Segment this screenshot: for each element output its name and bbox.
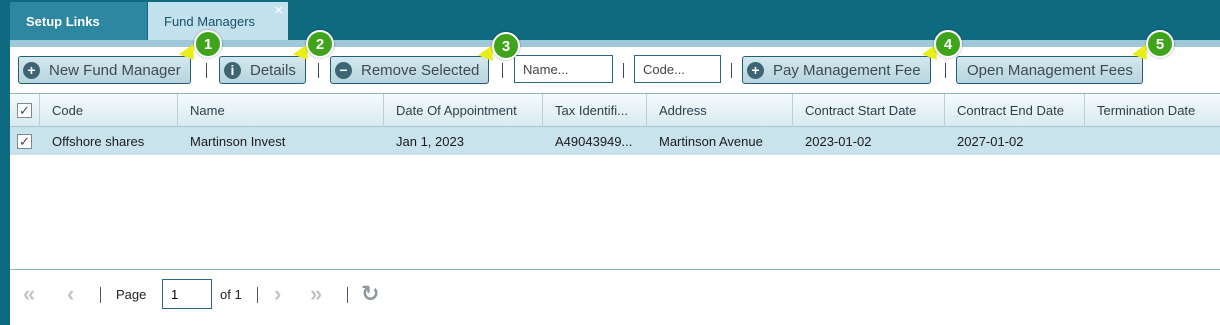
table-row[interactable]: ✓ Offshore shares Martinson Invest Jan 1…: [10, 127, 1220, 155]
column-header-name[interactable]: Name: [178, 94, 384, 127]
cell-name: Martinson Invest: [190, 133, 286, 149]
next-page-icon[interactable]: ›: [274, 280, 281, 308]
plus-circle-icon: +: [747, 61, 764, 79]
column-header-tax-identifier[interactable]: Tax Identifi...: [543, 94, 647, 127]
header-select-all[interactable]: ✓: [10, 94, 40, 127]
column-header-contract-start-date[interactable]: Contract Start Date: [793, 94, 945, 127]
checkbox-icon: ✓: [17, 133, 32, 149]
toolbar-separator: [623, 63, 624, 78]
toolbar-separator: [945, 63, 946, 78]
column-header-date-of-appointment[interactable]: Date Of Appointment: [384, 94, 543, 127]
column-header-contract-end-date[interactable]: Contract End Date: [945, 94, 1085, 127]
minus-circle-icon: −: [335, 61, 352, 79]
pagination-bar: « ‹ Page of 1 › » ↻: [10, 269, 1220, 325]
column-header-address[interactable]: Address: [647, 94, 793, 127]
page-label: Page: [116, 286, 147, 302]
close-icon[interactable]: ×: [274, 3, 283, 19]
cell-contract-start-date: 2023-01-02: [805, 133, 872, 149]
pay-management-fee-label: Pay Management Fee: [773, 61, 921, 79]
pager-separator: [100, 287, 101, 303]
prev-page-icon[interactable]: ‹: [67, 280, 74, 308]
callout-2: 2: [306, 30, 334, 58]
tab-fund-managers-label: Fund Managers: [164, 13, 256, 29]
page-number-input[interactable]: [162, 279, 212, 309]
new-fund-manager-label: New Fund Manager: [49, 61, 181, 79]
toolbar-separator: [318, 63, 319, 78]
callout-5: 5: [1146, 30, 1174, 58]
details-label: Details: [250, 61, 296, 79]
app-frame: Setup Links Fund Managers × + New Fund M…: [0, 0, 1220, 325]
cell-code: Offshore shares: [52, 133, 145, 149]
left-border: [0, 0, 10, 325]
tab-setup-links[interactable]: Setup Links: [10, 2, 147, 40]
refresh-icon[interactable]: ↻: [361, 280, 379, 308]
column-header-code[interactable]: Code: [40, 94, 178, 127]
checkbox-icon: ✓: [17, 103, 32, 118]
callout-1: 1: [194, 30, 222, 58]
cell-date-of-appointment: Jan 1, 2023: [396, 133, 464, 149]
pager-separator: [257, 287, 258, 303]
grid-header: ✓ Code Name Date Of Appointment Tax Iden…: [10, 94, 1220, 127]
toolbar-separator: [731, 63, 732, 78]
cell-tax-identifier: A49043949...: [555, 133, 633, 149]
callout-3: 3: [492, 32, 520, 60]
info-icon: i: [224, 61, 241, 79]
remove-selected-button[interactable]: − Remove Selected: [330, 56, 490, 84]
fund-managers-grid: ✓ Code Name Date Of Appointment Tax Iden…: [10, 93, 1220, 269]
details-button[interactable]: i Details: [219, 56, 306, 84]
cell-termination-date: [1085, 127, 1220, 155]
name-filter-input[interactable]: [514, 55, 613, 83]
callout-4: 4: [934, 30, 962, 58]
pay-management-fee-button[interactable]: + Pay Management Fee: [742, 56, 931, 84]
toolbar-separator: [502, 63, 503, 78]
row-select[interactable]: ✓: [10, 127, 40, 155]
remove-selected-label: Remove Selected: [361, 61, 480, 79]
plus-circle-icon: +: [23, 61, 40, 79]
open-management-fees-button[interactable]: Open Management Fees: [956, 56, 1143, 84]
first-page-icon[interactable]: «: [23, 280, 35, 308]
column-header-termination-date[interactable]: Termination Date: [1085, 94, 1220, 127]
last-page-icon[interactable]: »: [310, 280, 322, 308]
new-fund-manager-button[interactable]: + New Fund Manager: [18, 56, 191, 84]
cell-contract-end-date: 2027-01-02: [957, 133, 1024, 149]
tab-setup-links-label: Setup Links: [26, 13, 100, 29]
page-count-label: of 1: [220, 286, 242, 302]
code-filter-input[interactable]: [634, 55, 721, 83]
open-management-fees-label: Open Management Fees: [967, 61, 1133, 79]
cell-address: Martinson Avenue: [659, 133, 763, 149]
pager-separator: [347, 287, 348, 303]
toolbar-separator: [206, 63, 207, 78]
